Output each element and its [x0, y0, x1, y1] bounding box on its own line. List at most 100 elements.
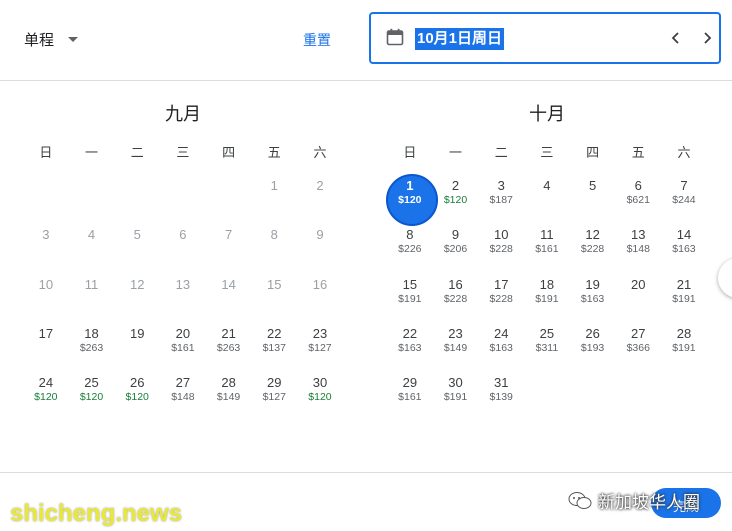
day-cell[interactable]: 2 $120 [433, 173, 479, 222]
day-cell[interactable]: 29 $161 [387, 370, 433, 419]
prev-date-button[interactable] [665, 27, 687, 49]
trip-type-dropdown[interactable]: 单程 [24, 28, 79, 50]
day-price: $228 [489, 243, 513, 256]
day-price: $120 [443, 194, 468, 206]
day-cell[interactable]: 23 $127 [297, 321, 343, 370]
day-price: $161 [398, 391, 422, 404]
next-month-button[interactable] [718, 258, 732, 298]
day-number: 13 [175, 276, 191, 292]
day-number: 7 [224, 227, 233, 243]
day-cell[interactable]: 19 $163 [570, 272, 616, 321]
day-cell[interactable]: 27 $366 [615, 321, 661, 370]
day-cell[interactable]: 18 $191 [524, 272, 570, 321]
day-number: 20 [175, 325, 191, 341]
day-cell: 15 [251, 272, 297, 321]
day-price: $120 [308, 391, 332, 404]
weekday-label: 日 [403, 145, 417, 160]
day-price: $163 [580, 292, 605, 305]
day-cell: 8 [251, 222, 297, 271]
day-cell[interactable]: 21 $191 [661, 272, 707, 321]
day-price: $206 [443, 243, 468, 256]
day-number: 1 [406, 178, 414, 193]
day-cell[interactable]: 24 $163 [478, 321, 524, 370]
watermark-left: shicheng.news [10, 500, 183, 527]
day-number: 2 [451, 178, 460, 193]
day-cell[interactable]: 26 $193 [570, 321, 616, 370]
selected-day-cell[interactable]: 1 $120 [385, 173, 438, 227]
day-number: 19 [585, 276, 600, 292]
day-cell[interactable]: 29 $127 [251, 370, 297, 419]
day-cell[interactable]: 8 $226 [387, 222, 433, 271]
day-cell[interactable]: 9 $206 [433, 222, 479, 271]
day-cell: 14 [206, 272, 252, 321]
day-cell[interactable]: 22 $137 [251, 321, 297, 370]
reset-button[interactable]: 重置 [303, 30, 331, 50]
day-number: 6 [634, 178, 642, 193]
day-cell[interactable]: 18 $263 [69, 321, 115, 370]
day-number: 24 [493, 325, 509, 341]
day-cell[interactable]: 24 $120 [23, 370, 69, 419]
departure-date-field[interactable]: 10月1日周日 [369, 12, 721, 64]
weekday-label: 日 [39, 145, 53, 160]
day-cell[interactable]: 20 [615, 272, 661, 321]
day-cell[interactable]: 26 $120 [114, 370, 160, 419]
empty-day-cell [114, 173, 160, 222]
month-september: 九月 日 一 二 三 四 五 六 1 2 3 4 5 6 7 8 9 10 11 12 13 14 15 16… [23, 102, 343, 419]
day-price: $187 [489, 194, 513, 206]
day-cell[interactable]: 5 [570, 173, 616, 222]
weekday-label: 五 [631, 145, 645, 160]
day-cell: 13 [160, 272, 206, 321]
weekday-label: 六 [313, 145, 327, 160]
day-cell[interactable]: 13 $148 [615, 222, 661, 271]
day-cell[interactable]: 12 $228 [570, 222, 616, 271]
day-cell[interactable]: 28 $149 [206, 370, 252, 419]
day-cell[interactable]: 30 $120 [297, 370, 343, 419]
weekday-label: 四 [586, 145, 600, 160]
day-cell[interactable]: 14 $163 [661, 222, 707, 271]
day-cell[interactable]: 25 $120 [69, 370, 115, 419]
day-price: $161 [171, 341, 195, 354]
weekday-label: 二 [494, 145, 508, 160]
next-date-button[interactable] [696, 27, 718, 49]
day-cell[interactable]: 23 $149 [433, 321, 479, 370]
day-number: 26 [585, 325, 600, 341]
day-cell[interactable]: 3 $187 [478, 173, 524, 222]
day-cell[interactable]: 19 [114, 321, 160, 370]
day-cell[interactable]: 20 $161 [160, 321, 206, 370]
day-number: 29 [267, 375, 282, 391]
day-cell[interactable]: 11 $161 [524, 222, 570, 271]
day-price: $161 [535, 243, 559, 256]
day-price: $191 [672, 341, 696, 354]
day-cell[interactable]: 16 $228 [433, 272, 479, 321]
day-number: 16 [448, 276, 463, 292]
day-price: $139 [489, 391, 513, 404]
weekday-label: 一 [449, 145, 463, 160]
day-price: $163 [672, 243, 696, 256]
day-number: 29 [402, 375, 418, 391]
watermark-right-text: 新加坡华人圈 [598, 493, 700, 512]
month-october: 十月 日 一 二 三 四 五 六 1 $120 2 $120 3 $187 4 5 6 $621 7… [385, 102, 707, 419]
day-cell: 11 [69, 272, 115, 321]
day-cell[interactable]: 6 $621 [615, 173, 661, 222]
day-cell[interactable]: 30 $191 [433, 370, 479, 419]
empty-day-cell [160, 173, 206, 222]
day-cell[interactable]: 7 $244 [661, 173, 707, 222]
day-cell[interactable]: 17 [23, 321, 69, 370]
day-cell: 5 [114, 222, 160, 271]
day-cell[interactable]: 25 $311 [524, 321, 570, 370]
day-price: $191 [398, 292, 422, 305]
day-cell[interactable]: 10 $228 [478, 222, 524, 271]
day-cell[interactable]: 4 [524, 173, 570, 222]
day-cell[interactable]: 15 $191 [387, 272, 433, 321]
date-value[interactable]: 10月1日周日 [415, 28, 505, 50]
day-cell[interactable]: 22 $163 [387, 321, 433, 370]
day-cell[interactable]: 21 $263 [206, 321, 252, 370]
day-cell[interactable]: 17 $228 [478, 272, 524, 321]
day-cell[interactable]: 27 $148 [160, 370, 206, 419]
day-number: 28 [676, 325, 692, 341]
day-cell[interactable]: 28 $191 [661, 321, 707, 370]
chevron-right-icon [704, 32, 712, 44]
day-cell[interactable]: 31 $139 [478, 370, 524, 419]
day-number: 23 [312, 325, 328, 341]
day-number: 1 [270, 178, 278, 193]
